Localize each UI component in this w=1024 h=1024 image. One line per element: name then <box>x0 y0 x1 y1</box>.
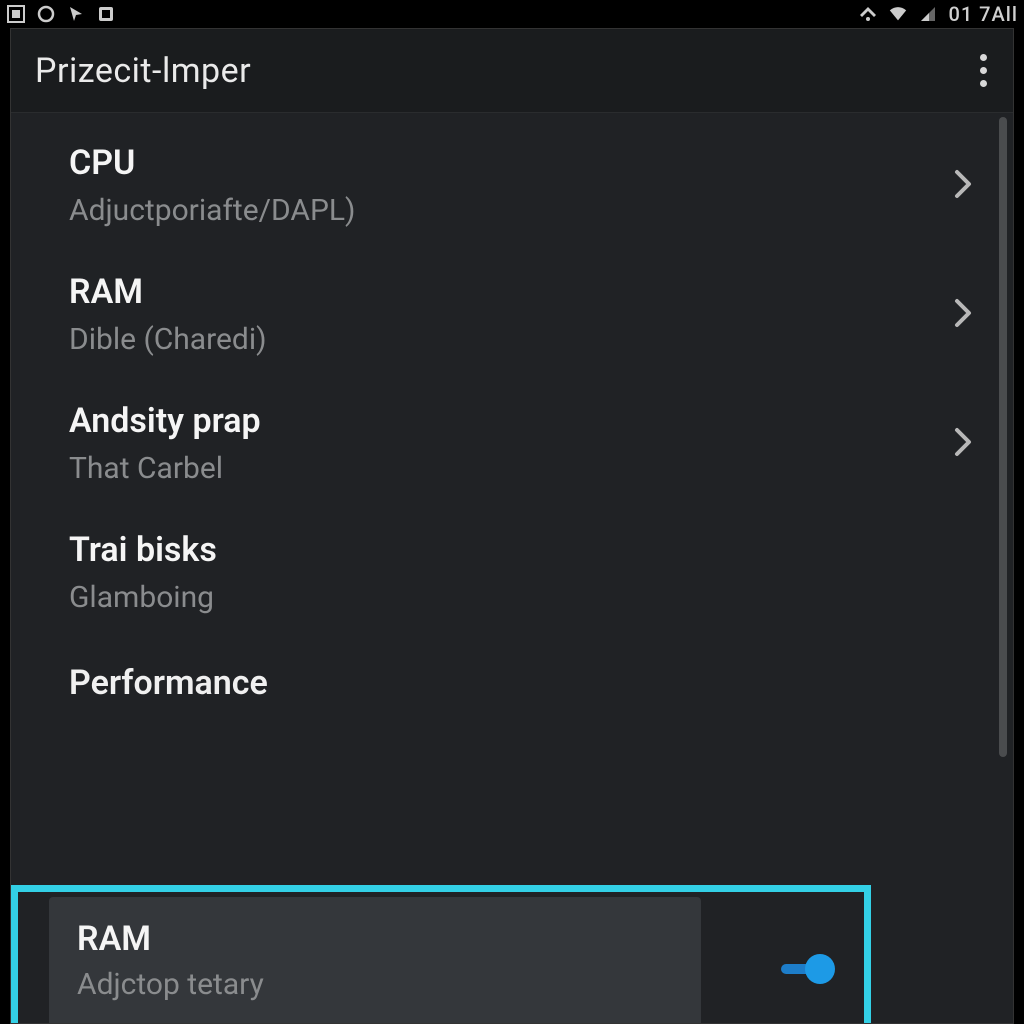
settings-scroll[interactable]: CPU Adjuctporiafte/DAPL) RAM Dible (Char… <box>11 113 1013 1023</box>
cast-icon <box>858 4 878 24</box>
chevron-right-icon <box>953 168 973 204</box>
chevron-right-icon <box>953 426 973 462</box>
status-icon-app1 <box>6 4 26 24</box>
row-title: RAM <box>77 919 673 959</box>
setting-row-ram[interactable]: RAM Dible (Charedi) <box>11 250 1013 379</box>
row-subtitle: That Carbel <box>69 451 941 486</box>
status-right: 01 7All <box>858 2 1018 26</box>
status-clock: 01 7All <box>948 2 1018 26</box>
settings-list: CPU Adjuctporiafte/DAPL) RAM Dible (Char… <box>11 113 1013 707</box>
status-bar: 01 7All <box>0 0 1024 28</box>
ram-toggle[interactable] <box>781 955 845 983</box>
row-title: CPU <box>69 143 941 183</box>
chevron-right-icon <box>953 297 973 333</box>
section-header-performance: Performance <box>11 637 1013 707</box>
status-left <box>6 4 116 24</box>
row-subtitle: Adjctop tetary <box>77 967 673 1002</box>
signal-icon <box>918 4 938 24</box>
row-subtitle: Adjuctporiafte/DAPL) <box>69 193 941 228</box>
app-bar: Prizecit-lmper <box>11 29 1013 113</box>
wifi-icon <box>888 4 908 24</box>
app-window: Prizecit-lmper CPU Adjuctporiafte/DAPL) … <box>10 28 1014 1024</box>
status-icon-app2 <box>96 4 116 24</box>
row-title: Andsity prap <box>69 401 941 441</box>
row-title: RAM <box>69 272 941 312</box>
row-title: Trai bisks <box>69 530 941 570</box>
row-subtitle: Dible (Charedi) <box>69 322 941 357</box>
row-subtitle: Glamboing <box>69 580 941 615</box>
overflow-menu-button[interactable] <box>972 46 995 95</box>
status-icon-ring <box>36 4 56 24</box>
toggle-thumb <box>805 954 835 984</box>
status-icon-cursor <box>66 4 86 24</box>
page-title: Prizecit-lmper <box>35 51 251 91</box>
setting-row-ram-highlighted[interactable]: RAM Adjctop tetary <box>49 897 701 1023</box>
setting-row-cpu[interactable]: CPU Adjuctporiafte/DAPL) <box>11 121 1013 250</box>
setting-row-andsity[interactable]: Andsity prap That Carbel <box>11 379 1013 508</box>
setting-row-trai[interactable]: Trai bisks Glamboing <box>11 508 1013 637</box>
